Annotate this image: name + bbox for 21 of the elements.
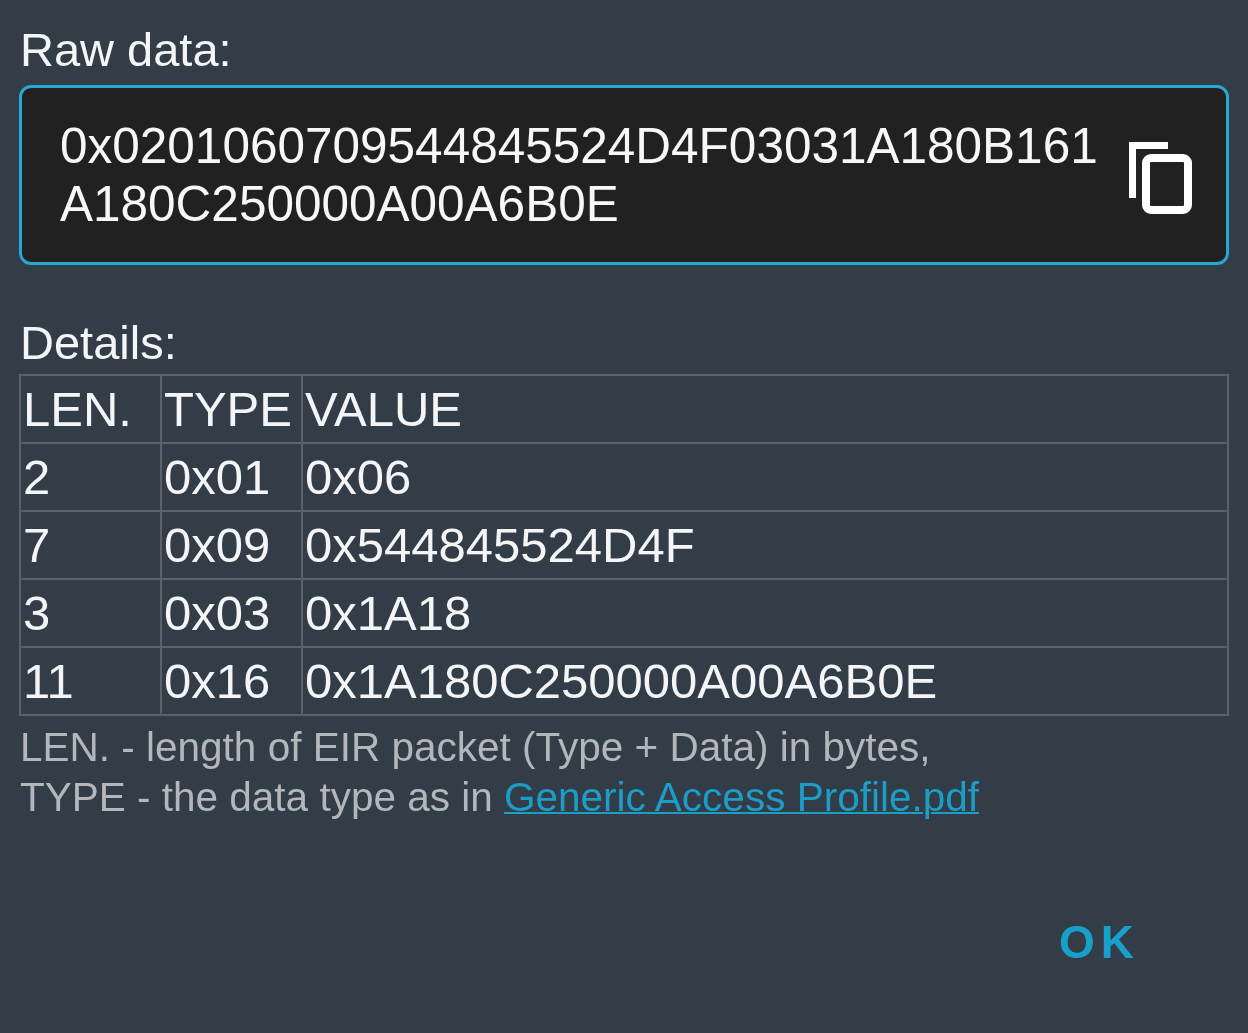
column-header: VALUE bbox=[302, 375, 1228, 443]
raw-data-field[interactable]: 0x0201060709544845524D4F03031A180B161A180C250000A00A6B0E bbox=[19, 85, 1229, 265]
column-header: TYPE bbox=[161, 375, 302, 443]
legend-text: LEN. - length of EIR packet (Type + Data) in bytes, TYPE - the data type as in Generic Access Profile.pdf bbox=[20, 723, 979, 822]
table-cell: 0x1A18 bbox=[302, 579, 1228, 647]
column-header: LEN. bbox=[20, 375, 161, 443]
table-cell: 0x1A180C250000A00A6B0E bbox=[302, 647, 1228, 715]
table-cell: 11 bbox=[20, 647, 161, 715]
table-cell: 3 bbox=[20, 579, 161, 647]
raw-data-label: Raw data: bbox=[20, 22, 232, 78]
table-cell: 2 bbox=[20, 443, 161, 511]
table-cell: 0x16 bbox=[161, 647, 302, 715]
pdf-link[interactable]: Generic Access Profile.pdf bbox=[504, 774, 979, 820]
table-cell: 0x03 bbox=[161, 579, 302, 647]
table-cell: 0x01 bbox=[161, 443, 302, 511]
ok-button[interactable]: OK bbox=[1055, 910, 1144, 974]
table-cell: 0x09 bbox=[161, 511, 302, 579]
table-cell: 7 bbox=[20, 511, 161, 579]
details-label: Details: bbox=[20, 315, 177, 371]
table-cell: 0x06 bbox=[302, 443, 1228, 511]
table-cell: 0x544845524D4F bbox=[302, 511, 1228, 579]
